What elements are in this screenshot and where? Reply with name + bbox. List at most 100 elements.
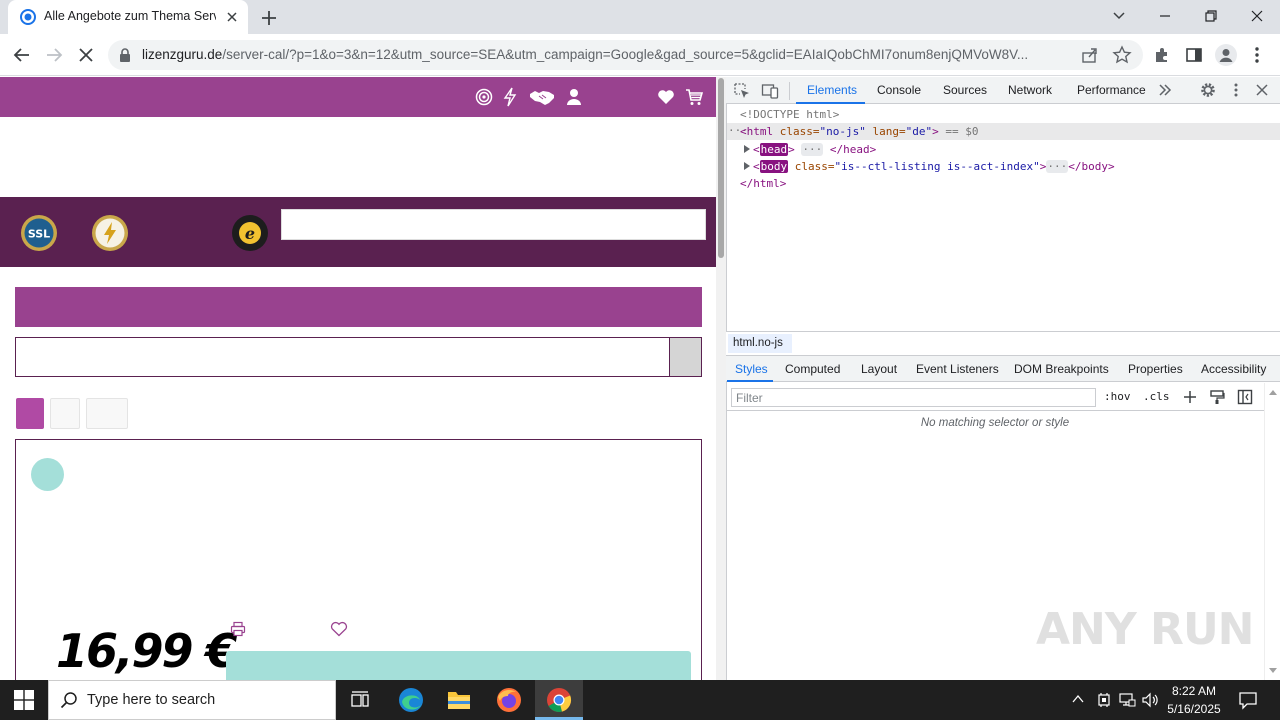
active-tab[interactable]: Alle Angebote zum Thema Server	[8, 0, 248, 34]
chrome-menu-kebab-icon[interactable]	[1250, 45, 1264, 65]
dom-html-node[interactable]: <html class="no-js" lang="de"> == $0	[740, 125, 978, 138]
devtools-breadcrumb-bar	[726, 331, 1280, 355]
list-view-button[interactable]	[50, 398, 80, 429]
filter-input[interactable]	[15, 337, 702, 377]
url-text[interactable]: lizenzguru.de/server-cal/?p=1&o=3&n=12&u…	[142, 47, 1064, 62]
subtab-styles[interactable]: Styles	[735, 362, 768, 376]
inspect-element-icon[interactable]	[733, 82, 751, 100]
filter-submit-button[interactable]	[669, 337, 702, 377]
lock-icon[interactable]	[118, 47, 132, 63]
dom-head-node[interactable]: <head> ··· </head>	[753, 143, 876, 156]
firefox-browser-icon[interactable]	[496, 687, 522, 713]
devtools-tab-console[interactable]: Console	[877, 83, 921, 97]
clock-time[interactable]: 8:22 AM	[1166, 684, 1222, 698]
handshake-icon[interactable]	[529, 88, 555, 106]
volume-speaker-icon[interactable]	[1141, 691, 1159, 709]
tray-device-icon[interactable]	[1096, 691, 1112, 709]
subtab-layout[interactable]: Layout	[861, 362, 897, 376]
clock-date[interactable]: 5/16/2025	[1160, 702, 1228, 716]
tray-chevron-up-icon[interactable]	[1071, 692, 1085, 706]
task-view-icon[interactable]	[350, 690, 370, 710]
more-tabs-chevron-icon[interactable]	[1157, 83, 1173, 97]
cls-toggle[interactable]: .cls	[1143, 390, 1170, 403]
styles-filter-input[interactable]: Filter	[731, 388, 1096, 407]
bookmark-star-icon[interactable]	[1112, 45, 1132, 65]
restore-icon[interactable]	[1201, 6, 1221, 26]
side-panel-icon[interactable]	[1184, 45, 1204, 65]
forward-arrow-icon[interactable]	[43, 44, 65, 66]
add-to-wishlist-heart-icon[interactable]	[330, 621, 348, 637]
subtab-event-listeners[interactable]: Event Listeners	[916, 362, 999, 376]
devtools-close-icon[interactable]	[1255, 82, 1269, 98]
devtools-settings-gear-icon[interactable]	[1199, 81, 1217, 99]
devtools-active-tab-indicator	[796, 102, 865, 104]
product-price: 16,99 €	[56, 624, 238, 678]
subtab-dom-breakpoints[interactable]: DOM Breakpoints	[1014, 362, 1109, 376]
wishlist-heart-icon[interactable]	[657, 89, 675, 105]
devtools-tab-sources[interactable]: Sources	[943, 83, 987, 97]
subtab-accessibility[interactable]: Accessibility	[1201, 362, 1266, 376]
profile-avatar-icon[interactable]	[1215, 44, 1237, 66]
file-explorer-folder-icon[interactable]	[447, 689, 471, 711]
expand-body-triangle-icon[interactable]	[743, 162, 751, 170]
windows-start-icon[interactable]	[14, 690, 34, 710]
toggle-sidebar-icon[interactable]	[1237, 389, 1253, 405]
reload-stop-icon[interactable]	[75, 44, 97, 66]
share-icon[interactable]	[1080, 45, 1100, 65]
target-icon[interactable]	[475, 88, 493, 106]
dom-doctype[interactable]: <!DOCTYPE html>	[740, 108, 839, 121]
devtools-tab-performance[interactable]: Performance	[1077, 83, 1146, 97]
device-toolbar-icon[interactable]	[761, 82, 779, 100]
expand-head-triangle-icon[interactable]	[743, 145, 751, 153]
html-class-attr: class=	[773, 125, 820, 138]
collapsed-ellipsis-icon[interactable]: ···	[1046, 160, 1069, 173]
paint-brush-icon[interactable]	[1209, 389, 1225, 405]
minimize-icon[interactable]	[1155, 6, 1175, 26]
svg-text:SSL: SSL	[28, 228, 50, 241]
dom-html-close[interactable]: </html>	[740, 177, 786, 190]
express-delivery-badge-icon	[91, 214, 129, 252]
html-open-tag: <html	[740, 125, 774, 138]
subtab-properties[interactable]: Properties	[1128, 362, 1183, 376]
extensions-puzzle-icon[interactable]	[1152, 45, 1172, 65]
breadcrumb-html[interactable]: html.no-js	[728, 334, 792, 353]
url-host: lizenzguru.de	[142, 47, 223, 62]
tab-search-chevron-icon[interactable]	[1109, 6, 1129, 26]
trust-badge-bar: SSL e	[0, 197, 716, 267]
site-search-input[interactable]	[281, 209, 706, 240]
devtools-separator	[789, 82, 790, 100]
styles-filter-separator	[726, 410, 1264, 411]
body-tag-name: body	[759, 160, 789, 173]
compact-view-button[interactable]	[86, 398, 128, 429]
body-close-tag: </body>	[1068, 160, 1115, 173]
devtools-menu-kebab-icon[interactable]	[1230, 82, 1242, 98]
tab-close-icon[interactable]	[224, 9, 240, 25]
styles-scrollbar[interactable]	[1264, 383, 1280, 680]
html-close-bracket: >	[932, 125, 939, 138]
notifications-icon[interactable]	[1238, 690, 1258, 710]
styles-active-indicator	[727, 380, 773, 382]
grid-view-button[interactable]	[16, 398, 44, 429]
dom-body-node[interactable]: <body class="is--ctl-listing is--act-ind…	[753, 160, 1115, 173]
page-scrollbar-thumb[interactable]	[718, 78, 724, 258]
product-badge-dot	[31, 458, 64, 491]
subtab-computed[interactable]: Computed	[785, 362, 840, 376]
close-window-icon[interactable]	[1247, 6, 1267, 26]
devtools-tab-elements[interactable]: Elements	[807, 83, 857, 97]
shopping-cart-icon[interactable]	[685, 88, 703, 106]
print-icon[interactable]	[230, 621, 246, 637]
hov-toggle[interactable]: :hov	[1104, 390, 1131, 403]
devtools-tab-network[interactable]: Network	[1008, 83, 1052, 97]
back-arrow-icon[interactable]	[11, 44, 33, 66]
add-to-cart-button[interactable]	[226, 651, 691, 680]
lightning-icon[interactable]	[503, 87, 517, 107]
taskbar-search-placeholder: Type here to search	[87, 692, 216, 708]
chrome-browser-icon[interactable]	[546, 687, 572, 713]
collapsed-ellipsis-icon[interactable]: ···	[801, 143, 824, 156]
new-tab-plus-icon[interactable]	[258, 7, 280, 29]
url-path: /server-cal/?p=1&o=3&n=12&utm_source=SEA…	[222, 47, 1029, 62]
user-account-icon[interactable]	[566, 88, 582, 106]
edge-browser-icon[interactable]	[398, 687, 424, 713]
new-style-rule-plus-icon[interactable]	[1182, 389, 1198, 405]
network-icon[interactable]	[1118, 691, 1136, 709]
